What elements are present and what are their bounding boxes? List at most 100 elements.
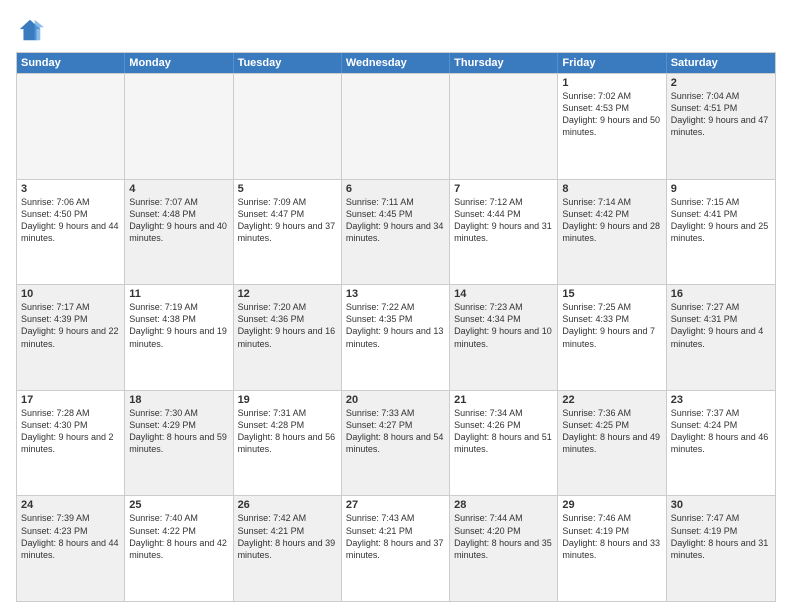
calendar-header: SundayMondayTuesdayWednesdayThursdayFrid… bbox=[17, 53, 775, 73]
day-number: 28 bbox=[454, 499, 553, 511]
day-info: Sunrise: 7:11 AM Sunset: 4:45 PM Dayligh… bbox=[346, 196, 445, 245]
day-cell-30: 30Sunrise: 7:47 AM Sunset: 4:19 PM Dayli… bbox=[667, 496, 775, 601]
day-info: Sunrise: 7:15 AM Sunset: 4:41 PM Dayligh… bbox=[671, 196, 771, 245]
day-number: 14 bbox=[454, 288, 553, 300]
day-cell-7: 7Sunrise: 7:12 AM Sunset: 4:44 PM Daylig… bbox=[450, 180, 558, 285]
day-cell-8: 8Sunrise: 7:14 AM Sunset: 4:42 PM Daylig… bbox=[558, 180, 666, 285]
day-info: Sunrise: 7:42 AM Sunset: 4:21 PM Dayligh… bbox=[238, 512, 337, 561]
day-info: Sunrise: 7:39 AM Sunset: 4:23 PM Dayligh… bbox=[21, 512, 120, 561]
day-number: 15 bbox=[562, 288, 661, 300]
day-info: Sunrise: 7:17 AM Sunset: 4:39 PM Dayligh… bbox=[21, 301, 120, 350]
day-info: Sunrise: 7:22 AM Sunset: 4:35 PM Dayligh… bbox=[346, 301, 445, 350]
empty-cell-0-2 bbox=[234, 74, 342, 179]
header-day-tuesday: Tuesday bbox=[234, 53, 342, 73]
day-cell-29: 29Sunrise: 7:46 AM Sunset: 4:19 PM Dayli… bbox=[558, 496, 666, 601]
day-cell-28: 28Sunrise: 7:44 AM Sunset: 4:20 PM Dayli… bbox=[450, 496, 558, 601]
day-info: Sunrise: 7:27 AM Sunset: 4:31 PM Dayligh… bbox=[671, 301, 771, 350]
calendar-row-2: 10Sunrise: 7:17 AM Sunset: 4:39 PM Dayli… bbox=[17, 284, 775, 390]
day-cell-11: 11Sunrise: 7:19 AM Sunset: 4:38 PM Dayli… bbox=[125, 285, 233, 390]
day-number: 18 bbox=[129, 394, 228, 406]
header-day-monday: Monday bbox=[125, 53, 233, 73]
day-number: 9 bbox=[671, 183, 771, 195]
day-number: 7 bbox=[454, 183, 553, 195]
day-number: 4 bbox=[129, 183, 228, 195]
day-cell-22: 22Sunrise: 7:36 AM Sunset: 4:25 PM Dayli… bbox=[558, 391, 666, 496]
day-cell-27: 27Sunrise: 7:43 AM Sunset: 4:21 PM Dayli… bbox=[342, 496, 450, 601]
day-number: 23 bbox=[671, 394, 771, 406]
day-cell-9: 9Sunrise: 7:15 AM Sunset: 4:41 PM Daylig… bbox=[667, 180, 775, 285]
header-day-saturday: Saturday bbox=[667, 53, 775, 73]
day-cell-1: 1Sunrise: 7:02 AM Sunset: 4:53 PM Daylig… bbox=[558, 74, 666, 179]
day-number: 19 bbox=[238, 394, 337, 406]
calendar-row-0: 1Sunrise: 7:02 AM Sunset: 4:53 PM Daylig… bbox=[17, 73, 775, 179]
day-info: Sunrise: 7:14 AM Sunset: 4:42 PM Dayligh… bbox=[562, 196, 661, 245]
day-cell-4: 4Sunrise: 7:07 AM Sunset: 4:48 PM Daylig… bbox=[125, 180, 233, 285]
header bbox=[16, 16, 776, 44]
day-info: Sunrise: 7:09 AM Sunset: 4:47 PM Dayligh… bbox=[238, 196, 337, 245]
day-cell-5: 5Sunrise: 7:09 AM Sunset: 4:47 PM Daylig… bbox=[234, 180, 342, 285]
day-cell-20: 20Sunrise: 7:33 AM Sunset: 4:27 PM Dayli… bbox=[342, 391, 450, 496]
page: SundayMondayTuesdayWednesdayThursdayFrid… bbox=[0, 0, 792, 612]
day-info: Sunrise: 7:47 AM Sunset: 4:19 PM Dayligh… bbox=[671, 512, 771, 561]
day-info: Sunrise: 7:28 AM Sunset: 4:30 PM Dayligh… bbox=[21, 407, 120, 456]
day-number: 26 bbox=[238, 499, 337, 511]
day-number: 21 bbox=[454, 394, 553, 406]
day-info: Sunrise: 7:36 AM Sunset: 4:25 PM Dayligh… bbox=[562, 407, 661, 456]
day-cell-3: 3Sunrise: 7:06 AM Sunset: 4:50 PM Daylig… bbox=[17, 180, 125, 285]
empty-cell-0-4 bbox=[450, 74, 558, 179]
day-number: 3 bbox=[21, 183, 120, 195]
header-day-friday: Friday bbox=[558, 53, 666, 73]
day-info: Sunrise: 7:31 AM Sunset: 4:28 PM Dayligh… bbox=[238, 407, 337, 456]
day-info: Sunrise: 7:34 AM Sunset: 4:26 PM Dayligh… bbox=[454, 407, 553, 456]
day-number: 24 bbox=[21, 499, 120, 511]
day-number: 20 bbox=[346, 394, 445, 406]
logo bbox=[16, 16, 48, 44]
calendar-row-1: 3Sunrise: 7:06 AM Sunset: 4:50 PM Daylig… bbox=[17, 179, 775, 285]
day-info: Sunrise: 7:20 AM Sunset: 4:36 PM Dayligh… bbox=[238, 301, 337, 350]
day-info: Sunrise: 7:40 AM Sunset: 4:22 PM Dayligh… bbox=[129, 512, 228, 561]
day-info: Sunrise: 7:04 AM Sunset: 4:51 PM Dayligh… bbox=[671, 90, 771, 139]
day-info: Sunrise: 7:02 AM Sunset: 4:53 PM Dayligh… bbox=[562, 90, 661, 139]
day-cell-26: 26Sunrise: 7:42 AM Sunset: 4:21 PM Dayli… bbox=[234, 496, 342, 601]
day-cell-2: 2Sunrise: 7:04 AM Sunset: 4:51 PM Daylig… bbox=[667, 74, 775, 179]
day-number: 5 bbox=[238, 183, 337, 195]
day-number: 30 bbox=[671, 499, 771, 511]
calendar-row-4: 24Sunrise: 7:39 AM Sunset: 4:23 PM Dayli… bbox=[17, 495, 775, 601]
day-number: 6 bbox=[346, 183, 445, 195]
day-cell-15: 15Sunrise: 7:25 AM Sunset: 4:33 PM Dayli… bbox=[558, 285, 666, 390]
empty-cell-0-1 bbox=[125, 74, 233, 179]
day-info: Sunrise: 7:25 AM Sunset: 4:33 PM Dayligh… bbox=[562, 301, 661, 350]
day-number: 13 bbox=[346, 288, 445, 300]
day-number: 2 bbox=[671, 77, 771, 89]
day-cell-24: 24Sunrise: 7:39 AM Sunset: 4:23 PM Dayli… bbox=[17, 496, 125, 601]
logo-icon bbox=[16, 16, 44, 44]
day-info: Sunrise: 7:30 AM Sunset: 4:29 PM Dayligh… bbox=[129, 407, 228, 456]
day-info: Sunrise: 7:43 AM Sunset: 4:21 PM Dayligh… bbox=[346, 512, 445, 561]
day-number: 11 bbox=[129, 288, 228, 300]
day-cell-17: 17Sunrise: 7:28 AM Sunset: 4:30 PM Dayli… bbox=[17, 391, 125, 496]
day-cell-18: 18Sunrise: 7:30 AM Sunset: 4:29 PM Dayli… bbox=[125, 391, 233, 496]
header-day-wednesday: Wednesday bbox=[342, 53, 450, 73]
day-cell-10: 10Sunrise: 7:17 AM Sunset: 4:39 PM Dayli… bbox=[17, 285, 125, 390]
calendar: SundayMondayTuesdayWednesdayThursdayFrid… bbox=[16, 52, 776, 602]
day-info: Sunrise: 7:46 AM Sunset: 4:19 PM Dayligh… bbox=[562, 512, 661, 561]
day-number: 16 bbox=[671, 288, 771, 300]
header-day-thursday: Thursday bbox=[450, 53, 558, 73]
day-cell-21: 21Sunrise: 7:34 AM Sunset: 4:26 PM Dayli… bbox=[450, 391, 558, 496]
empty-cell-0-3 bbox=[342, 74, 450, 179]
day-info: Sunrise: 7:19 AM Sunset: 4:38 PM Dayligh… bbox=[129, 301, 228, 350]
day-number: 8 bbox=[562, 183, 661, 195]
day-info: Sunrise: 7:44 AM Sunset: 4:20 PM Dayligh… bbox=[454, 512, 553, 561]
day-info: Sunrise: 7:23 AM Sunset: 4:34 PM Dayligh… bbox=[454, 301, 553, 350]
day-cell-14: 14Sunrise: 7:23 AM Sunset: 4:34 PM Dayli… bbox=[450, 285, 558, 390]
day-number: 17 bbox=[21, 394, 120, 406]
calendar-body: 1Sunrise: 7:02 AM Sunset: 4:53 PM Daylig… bbox=[17, 73, 775, 601]
day-cell-23: 23Sunrise: 7:37 AM Sunset: 4:24 PM Dayli… bbox=[667, 391, 775, 496]
day-cell-16: 16Sunrise: 7:27 AM Sunset: 4:31 PM Dayli… bbox=[667, 285, 775, 390]
day-info: Sunrise: 7:07 AM Sunset: 4:48 PM Dayligh… bbox=[129, 196, 228, 245]
day-number: 29 bbox=[562, 499, 661, 511]
day-cell-12: 12Sunrise: 7:20 AM Sunset: 4:36 PM Dayli… bbox=[234, 285, 342, 390]
empty-cell-0-0 bbox=[17, 74, 125, 179]
day-cell-13: 13Sunrise: 7:22 AM Sunset: 4:35 PM Dayli… bbox=[342, 285, 450, 390]
day-cell-19: 19Sunrise: 7:31 AM Sunset: 4:28 PM Dayli… bbox=[234, 391, 342, 496]
